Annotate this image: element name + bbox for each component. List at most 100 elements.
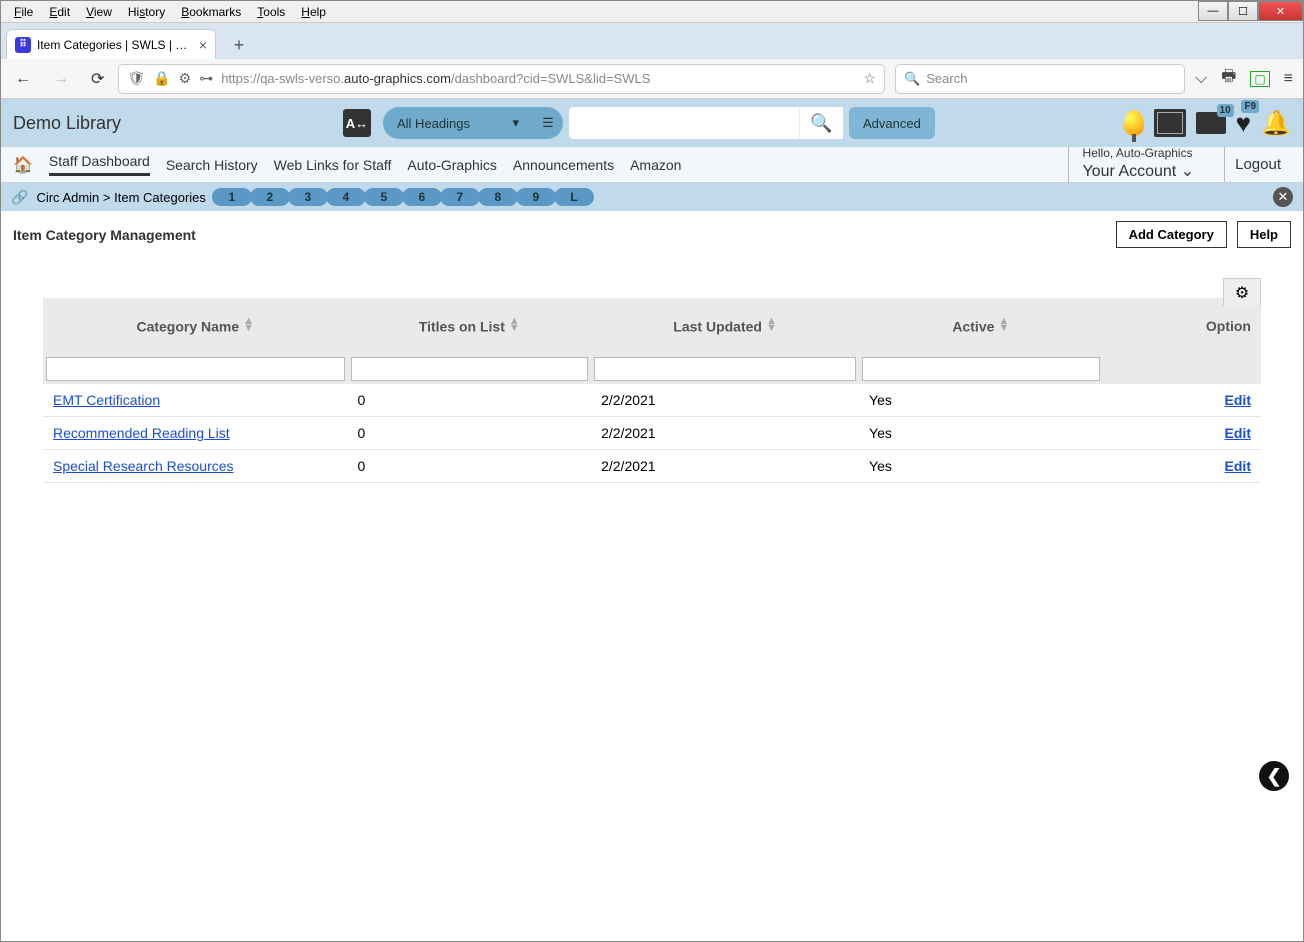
nav-amazon[interactable]: Amazon [630,157,681,173]
balloon-icon[interactable] [1124,110,1144,136]
menu-edit[interactable]: Edit [41,3,78,21]
maximize-button[interactable]: ☐ [1228,1,1258,21]
translate-icon[interactable]: A↔ [343,109,371,137]
hamburger-menu-icon[interactable]: ≡ [1284,70,1293,88]
active-cell: Yes [859,450,1103,483]
logout-link[interactable]: Logout [1224,147,1291,182]
category-link[interactable]: EMT Certification [53,392,160,408]
reload-button[interactable]: ⟳ [87,65,108,93]
pill-9[interactable]: 9 [516,188,556,206]
col-option: Option [1103,298,1261,354]
filter-category-name[interactable] [46,357,345,381]
nav-search-history[interactable]: Search History [166,157,258,173]
updated-cell: 2/2/2021 [591,450,859,483]
filter-titles[interactable] [351,357,589,381]
filter-active[interactable] [862,357,1100,381]
col-updated[interactable]: Last Updated▲▼ [591,298,859,354]
address-bar: ← → ⟳ 🛡 🔒 ⚙ ⊶ https://qa-swls-verso.auto… [1,59,1303,99]
titles-cell: 0 [348,450,592,483]
menu-file[interactable]: File [6,3,41,21]
table-row: Special Research Resources 02/2/2021Yes Ed… [43,450,1261,483]
catalog-search-input[interactable] [569,107,799,139]
menu-history[interactable]: History [120,3,173,21]
url-text: https://qa-swls-verso.auto-graphics.com/… [221,71,855,86]
sort-icon: ▲▼ [998,318,1009,333]
app-nav: 🏠 Staff Dashboard Search History Web Lin… [1,147,1303,183]
advanced-search-button[interactable]: Advanced [849,107,935,139]
category-link[interactable]: Special Research Resources [53,458,234,474]
tab-close-icon[interactable]: × [199,37,207,53]
add-category-button[interactable]: Add Category [1116,221,1227,248]
minimize-button[interactable]: — [1198,1,1228,21]
menu-view[interactable]: View [78,3,120,21]
headings-dropdown-label: All Headings [397,116,470,131]
bell-icon[interactable]: 🔔 [1261,109,1291,138]
heart-icon[interactable]: ♥F9 [1236,108,1251,139]
nav-announcements[interactable]: Announcements [513,157,614,173]
pill-7[interactable]: 7 [440,188,480,206]
pocket-icon[interactable]: ⌵ [1195,70,1207,88]
pill-2[interactable]: 2 [250,188,290,206]
collapse-arrow-icon[interactable]: ❮ [1259,761,1289,791]
database-icon[interactable]: ☰ [533,107,563,139]
pill-4[interactable]: 4 [326,188,366,206]
tab-title: Item Categories | SWLS | swls | A [37,38,193,52]
menu-tools[interactable]: Tools [249,3,293,21]
sort-icon: ▲▼ [509,318,520,333]
heart-badge: F9 [1241,100,1259,113]
link-icon: 🔗 [11,189,28,206]
catalog-search-button[interactable]: 🔍 [799,107,843,139]
chevron-down-icon: ▾ [512,115,519,131]
nav-web-links[interactable]: Web Links for Staff [274,157,392,173]
pill-5[interactable]: 5 [364,188,404,206]
menu-bookmarks[interactable]: Bookmarks [173,3,249,21]
close-panel-icon[interactable]: ✕ [1273,187,1293,207]
back-button[interactable]: ← [11,66,35,92]
history-pills: 1 2 3 4 5 6 7 8 9 L [214,188,594,206]
page-title: Item Category Management [13,227,196,243]
lock-icon: 🔒 [153,70,170,87]
sort-icon: ▲▼ [766,318,777,333]
account-block[interactable]: Hello, Auto-Graphics Your Account ⌄ [1068,146,1209,182]
browser-search-box[interactable]: 🔍 Search [895,64,1185,94]
bookmark-star-icon[interactable]: ☆ [864,70,877,87]
pill-8[interactable]: 8 [478,188,518,206]
scan-icon[interactable] [1154,109,1186,137]
nav-staff-dashboard[interactable]: Staff Dashboard [49,153,150,176]
extension-icon[interactable]: ▢ [1250,71,1269,87]
menu-help[interactable]: Help [293,3,334,21]
headings-dropdown[interactable]: All Headings ▾ [383,107,533,139]
url-box[interactable]: 🛡 🔒 ⚙ ⊶ https://qa-swls-verso.auto-graph… [118,64,885,94]
edit-link[interactable]: Edit [1225,392,1251,408]
col-category-name[interactable]: Category Name▲▼ [43,298,348,354]
edit-link[interactable]: Edit [1225,458,1251,474]
forward-button[interactable]: → [49,66,73,92]
col-titles[interactable]: Titles on List▲▼ [348,298,592,354]
active-cell: Yes [859,417,1103,450]
new-tab-button[interactable]: + [224,31,254,59]
browser-tab-active[interactable]: ⠿ Item Categories | SWLS | swls | A × [6,29,216,59]
print-icon[interactable]: 🖶 [1221,65,1236,92]
chevron-down-icon: ⌄ [1181,163,1194,180]
table-row: Recommended Reading List02/2/2021YesEdit [43,417,1261,450]
pill-6[interactable]: 6 [402,188,442,206]
list-icon-wrapper[interactable]: 10 [1196,112,1226,134]
category-link[interactable]: Recommended Reading List [53,425,230,441]
help-button[interactable]: Help [1237,221,1291,248]
home-icon[interactable]: 🏠 [13,155,33,175]
updated-cell: 2/2/2021 [591,384,859,417]
close-window-button[interactable]: ✕ [1258,1,1303,21]
breadcrumb: Circ Admin > Item Categories [36,190,205,205]
titles-cell: 0 [348,417,592,450]
col-active[interactable]: Active▲▼ [859,298,1103,354]
pill-1[interactable]: 1 [212,188,252,206]
filter-updated[interactable] [594,357,856,381]
pill-l[interactable]: L [554,188,594,206]
edit-link[interactable]: Edit [1225,425,1251,441]
titles-cell: 0 [348,384,592,417]
pill-3[interactable]: 3 [288,188,328,206]
shield-icon: 🛡 [127,70,145,87]
nav-auto-graphics[interactable]: Auto-Graphics [407,157,496,173]
page-content: Item Category Management Add Category He… [1,211,1303,941]
tab-bar: ⠿ Item Categories | SWLS | swls | A × + [1,23,1303,59]
